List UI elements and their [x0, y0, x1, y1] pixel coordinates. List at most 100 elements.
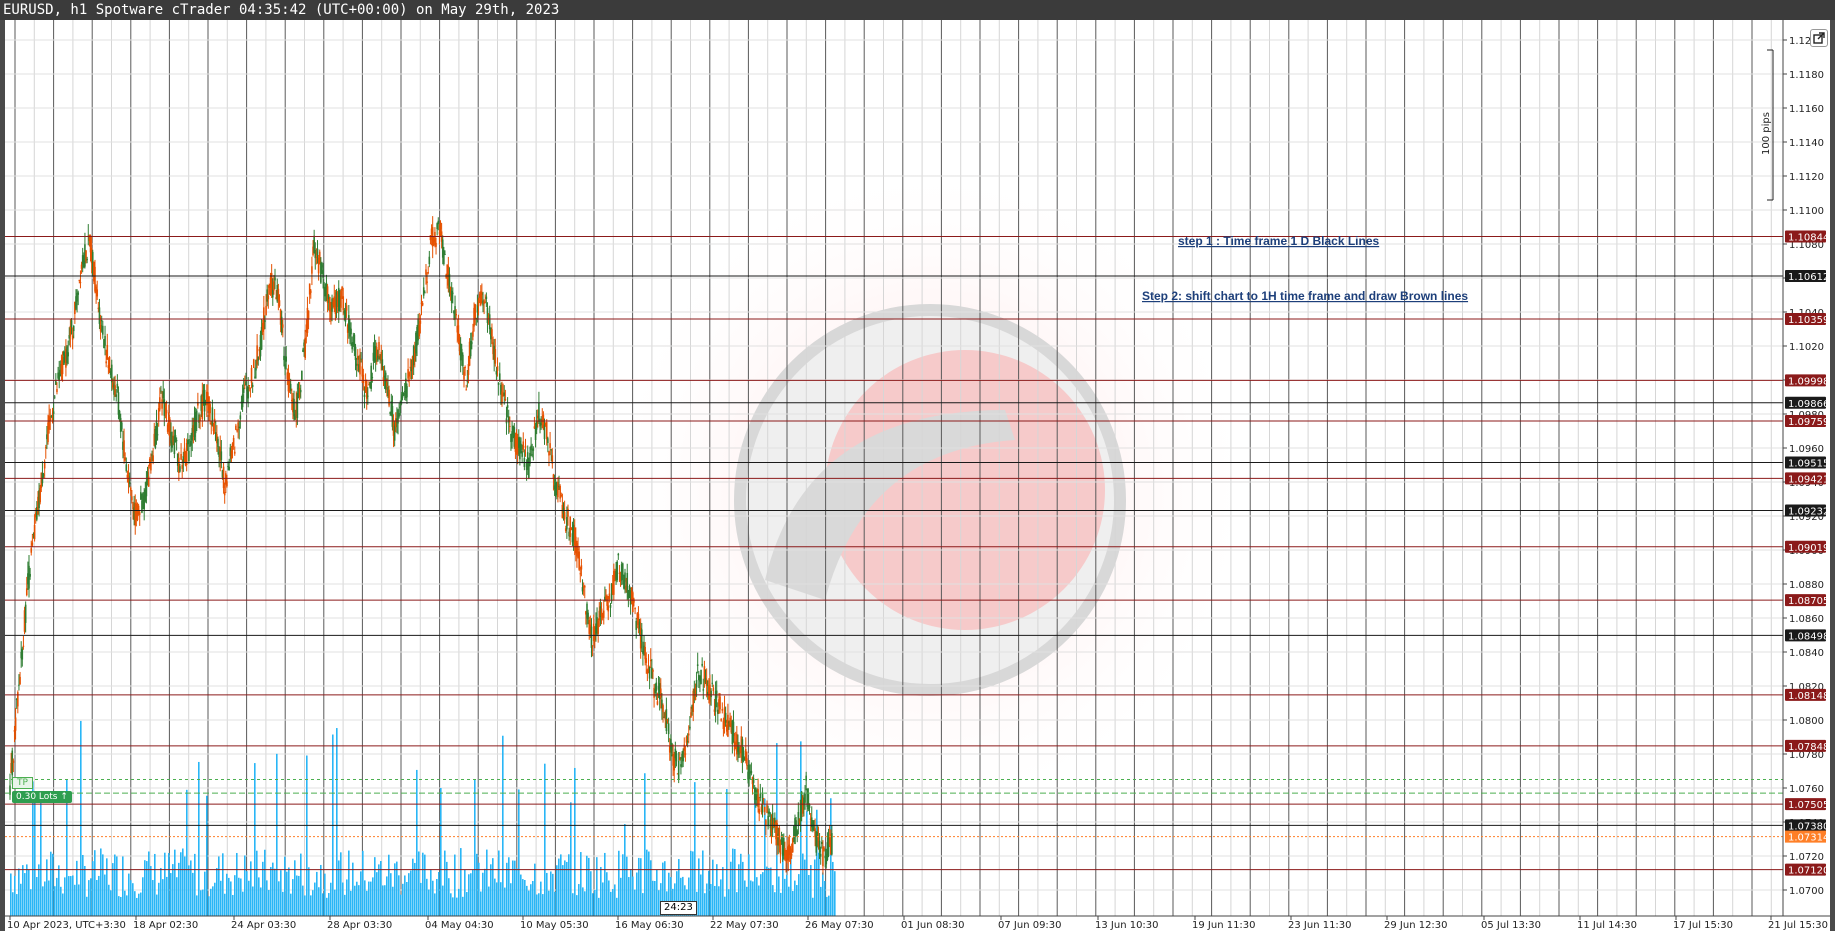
candle-body	[560, 495, 563, 497]
time-tick-label: 19 Jun 11:30	[1192, 920, 1256, 931]
candle-body	[548, 451, 550, 456]
volume-bar	[550, 871, 552, 916]
volume-bar	[302, 885, 304, 916]
volume-bar	[568, 854, 570, 916]
volume-bar	[760, 874, 762, 916]
volume-bar	[280, 870, 282, 916]
volume-bar	[468, 874, 470, 916]
volume-bar	[438, 872, 440, 916]
candle-body	[408, 372, 410, 377]
candle-body	[488, 314, 491, 330]
candle-body	[128, 481, 131, 484]
volume-bar	[802, 853, 804, 916]
volume-bar	[348, 850, 350, 916]
volume-bar	[766, 866, 768, 916]
candle-body	[724, 712, 727, 723]
volume-bar	[454, 854, 456, 916]
candle-body	[680, 764, 682, 767]
candle-body	[121, 422, 123, 430]
candle-body	[273, 281, 275, 291]
volume-bar	[770, 867, 772, 916]
volume-bar	[432, 880, 434, 916]
volume-bar	[310, 895, 312, 916]
volume-bar	[298, 875, 300, 916]
volume-bar	[488, 886, 490, 916]
candle-body	[226, 481, 228, 487]
candle-body	[24, 604, 27, 623]
candle-body	[443, 250, 445, 265]
volume-bar	[244, 855, 246, 916]
volume-bar	[308, 867, 310, 916]
volume-bar	[82, 854, 84, 916]
candle-body	[350, 328, 352, 335]
candle-body	[309, 290, 312, 293]
candle-body	[497, 382, 500, 385]
brown-level-price-label: 1.07120	[1788, 866, 1829, 877]
volume-bar	[804, 859, 806, 916]
candle-body	[114, 385, 116, 396]
volume-bar	[132, 883, 134, 916]
volume-bar	[188, 865, 190, 916]
candle-body	[533, 426, 536, 429]
candle-body	[230, 450, 233, 459]
volume-bar	[282, 891, 284, 916]
volume-bar	[330, 882, 332, 916]
candle-body	[155, 421, 158, 441]
volume-bar	[42, 886, 44, 916]
time-tick-label: 28 Apr 03:30	[327, 920, 392, 931]
volume-bar	[170, 873, 172, 916]
volume-bar	[216, 868, 218, 916]
volume-bar	[648, 851, 650, 916]
volume-bar	[22, 865, 24, 916]
candle-body	[21, 648, 24, 660]
candle-body	[484, 301, 487, 303]
volume-bar	[580, 852, 582, 916]
position-lots-label[interactable]: 0.30 Lots ↑	[12, 791, 72, 803]
volume-bar	[134, 891, 136, 916]
external-link-icon	[1813, 32, 1825, 44]
annotation-step2[interactable]: Step 2: shift chart to 1H time frame and…	[1142, 289, 1468, 303]
take-profit-label[interactable]: TP	[12, 777, 33, 789]
candle-body	[587, 612, 589, 620]
candle-body	[566, 516, 568, 530]
candle-body	[163, 399, 166, 416]
volume-bar	[410, 870, 412, 916]
volume-bar	[208, 896, 210, 916]
volume-bar	[326, 897, 328, 916]
volume-bar	[480, 891, 482, 916]
candle-body	[606, 596, 608, 606]
volume-bar	[392, 886, 394, 916]
candle-body	[265, 305, 267, 316]
volume-bar	[102, 854, 104, 916]
volume-bar	[360, 871, 362, 916]
edit-chart-button[interactable]	[1810, 29, 1828, 47]
candle-body	[371, 376, 374, 378]
candle-body	[789, 848, 792, 859]
candle-body	[304, 337, 307, 359]
candle-body	[720, 719, 722, 721]
candle-body	[72, 325, 75, 332]
candle-body	[509, 425, 511, 427]
candle-body	[257, 356, 260, 361]
candle-body	[506, 405, 509, 408]
volume-bar	[108, 884, 110, 916]
volume-bar	[272, 862, 274, 916]
volume-bar	[442, 885, 444, 916]
volume-bar	[424, 854, 426, 916]
candle-body	[557, 481, 559, 498]
annotation-step1[interactable]: step 1 : Time frame 1 D Black Lines	[1178, 234, 1380, 248]
volume-bar	[418, 851, 420, 916]
volume-bar	[628, 877, 630, 916]
volume-bar	[736, 892, 738, 916]
candle-body	[567, 508, 569, 517]
volume-bar	[162, 879, 164, 916]
volume-bar	[248, 880, 250, 916]
volume-bar	[14, 875, 16, 916]
candle-body	[624, 572, 626, 582]
candle-body	[439, 222, 442, 230]
candle-body	[67, 352, 69, 357]
time-axis[interactable]: 10 Apr 2023, UTC+3:30 18 Apr 02:30 24 Apr …	[5, 915, 1830, 931]
price-chart[interactable]: 1.12001.11801.11601.11401.11201.11001.10…	[5, 20, 1830, 931]
volume-bar	[88, 880, 90, 916]
volume-bar	[136, 897, 138, 916]
